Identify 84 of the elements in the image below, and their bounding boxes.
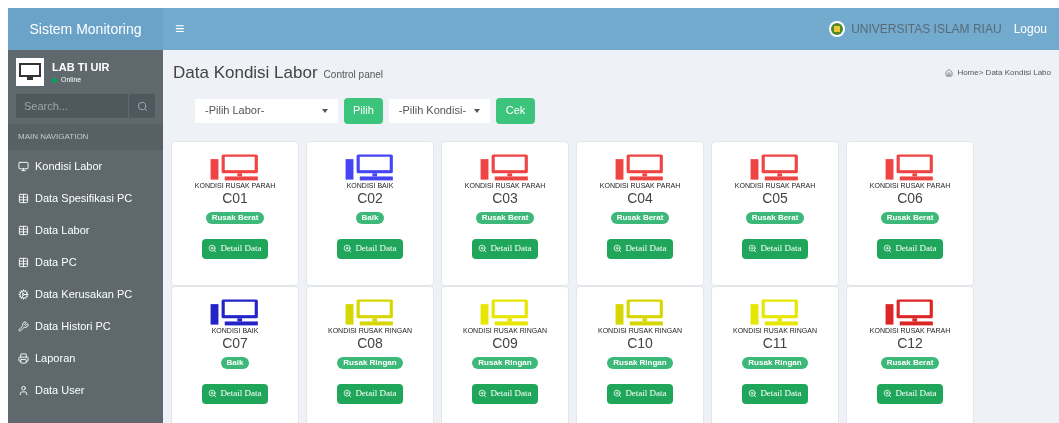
- user-name: LAB TI UIR: [52, 59, 110, 75]
- page-title: Data Kondisi Labor: [173, 62, 318, 84]
- zoom-icon: [343, 244, 353, 253]
- status-badge: Rusak Berat: [880, 356, 940, 369]
- computer-code: C04: [627, 189, 653, 206]
- labor-select[interactable]: -Pilih Labor-: [195, 98, 338, 123]
- condition-select[interactable]: -Pilih Kondisi-: [388, 98, 490, 123]
- page-subtitle: Control panel: [323, 67, 384, 82]
- detail-button[interactable]: Detail Data: [472, 383, 538, 404]
- pick-button[interactable]: Pilih: [344, 97, 383, 124]
- zoom-icon: [748, 389, 758, 398]
- computer-code: C09: [492, 334, 518, 351]
- check-button[interactable]: Cek: [495, 97, 536, 124]
- computer-code: C06: [897, 189, 923, 206]
- zoom-icon: [883, 244, 893, 253]
- brand-title: Sistem Monitoring: [8, 8, 163, 50]
- status-badge: Rusak Berat: [610, 211, 670, 224]
- table-icon: [18, 192, 29, 204]
- computer-code: C01: [222, 189, 248, 206]
- computer-code: C08: [357, 334, 383, 351]
- computer-code: C12: [897, 334, 923, 351]
- zoom-icon: [208, 389, 218, 398]
- computer-code: C02: [357, 189, 383, 206]
- printer-icon: [18, 352, 29, 364]
- zoom-icon: [613, 244, 623, 253]
- status-badge: Baik: [355, 211, 385, 224]
- status-badge: Rusak Berat: [880, 211, 940, 224]
- status-badge: Rusak Berat: [475, 211, 535, 224]
- monitor-icon: [18, 160, 29, 172]
- nav-item[interactable]: Data Kerusakan PC: [8, 278, 163, 310]
- logout-link[interactable]: Logou: [1013, 20, 1047, 38]
- user-icon: [18, 384, 29, 396]
- status-badge: Rusak Ringan: [607, 356, 673, 369]
- nav-item[interactable]: Data Histori PC: [8, 310, 163, 342]
- status-badge: Baik: [220, 356, 250, 369]
- zoom-icon: [478, 244, 488, 253]
- nav-item[interactable]: Data Spesifikasi PC: [8, 182, 163, 214]
- nav-item[interactable]: Laporan: [8, 342, 163, 374]
- search-icon: [136, 100, 148, 112]
- university-name: UNIVERSITAS ISLAM RIAU: [851, 21, 1002, 38]
- status-badge: Rusak Ringan: [742, 356, 808, 369]
- detail-button[interactable]: Detail Data: [202, 238, 268, 259]
- detail-button[interactable]: Detail Data: [742, 383, 808, 404]
- zoom-icon: [748, 244, 758, 253]
- detail-button[interactable]: Detail Data: [877, 383, 943, 404]
- nav-item[interactable]: Data Labor: [8, 214, 163, 246]
- detail-button[interactable]: Detail Data: [877, 238, 943, 259]
- computer-code: C05: [762, 189, 788, 206]
- status-badge: Rusak Ringan: [472, 356, 538, 369]
- search-button[interactable]: [129, 94, 155, 118]
- detail-button[interactable]: Detail Data: [607, 238, 673, 259]
- detail-button[interactable]: Detail Data: [607, 383, 673, 404]
- caret-icon: [473, 108, 480, 113]
- computer-code: C11: [762, 334, 788, 351]
- detail-button[interactable]: Detail Data: [202, 383, 268, 404]
- status-badge: Rusak Ringan: [337, 356, 403, 369]
- menu-toggle[interactable]: ≡: [175, 17, 185, 41]
- computer-code: C10: [627, 334, 653, 351]
- zoom-icon: [883, 389, 893, 398]
- nav-item[interactable]: Kondisi Labor: [8, 150, 163, 182]
- computer-code: C03: [492, 189, 518, 206]
- wrench-icon: [18, 320, 29, 332]
- nav-header: MAIN NAVIGATION: [18, 131, 89, 143]
- zoom-icon: [343, 389, 353, 398]
- status-badge: Rusak Berat: [745, 211, 805, 224]
- university-logo: [829, 21, 846, 37]
- breadcrumb[interactable]: Home> Data Kondisi Labo: [957, 66, 1051, 79]
- nav-item[interactable]: Data User: [8, 374, 163, 406]
- detail-button[interactable]: Detail Data: [337, 238, 403, 259]
- status-badge: Rusak Berat: [205, 211, 265, 224]
- caret-icon: [322, 108, 328, 113]
- detail-button[interactable]: Detail Data: [472, 238, 538, 259]
- detail-button[interactable]: Detail Data: [337, 383, 403, 404]
- search-field[interactable]: Search...: [16, 94, 128, 118]
- zoom-icon: [613, 389, 623, 398]
- table-icon: [18, 256, 29, 268]
- home-icon: [945, 68, 954, 77]
- nav-item[interactable]: Data PC: [8, 246, 163, 278]
- table-icon: [18, 224, 29, 236]
- avatar-logo: [16, 58, 44, 86]
- computer-code: C07: [222, 334, 248, 351]
- zoom-icon: [208, 244, 218, 253]
- zoom-icon: [478, 389, 488, 398]
- detail-button[interactable]: Detail Data: [742, 238, 808, 259]
